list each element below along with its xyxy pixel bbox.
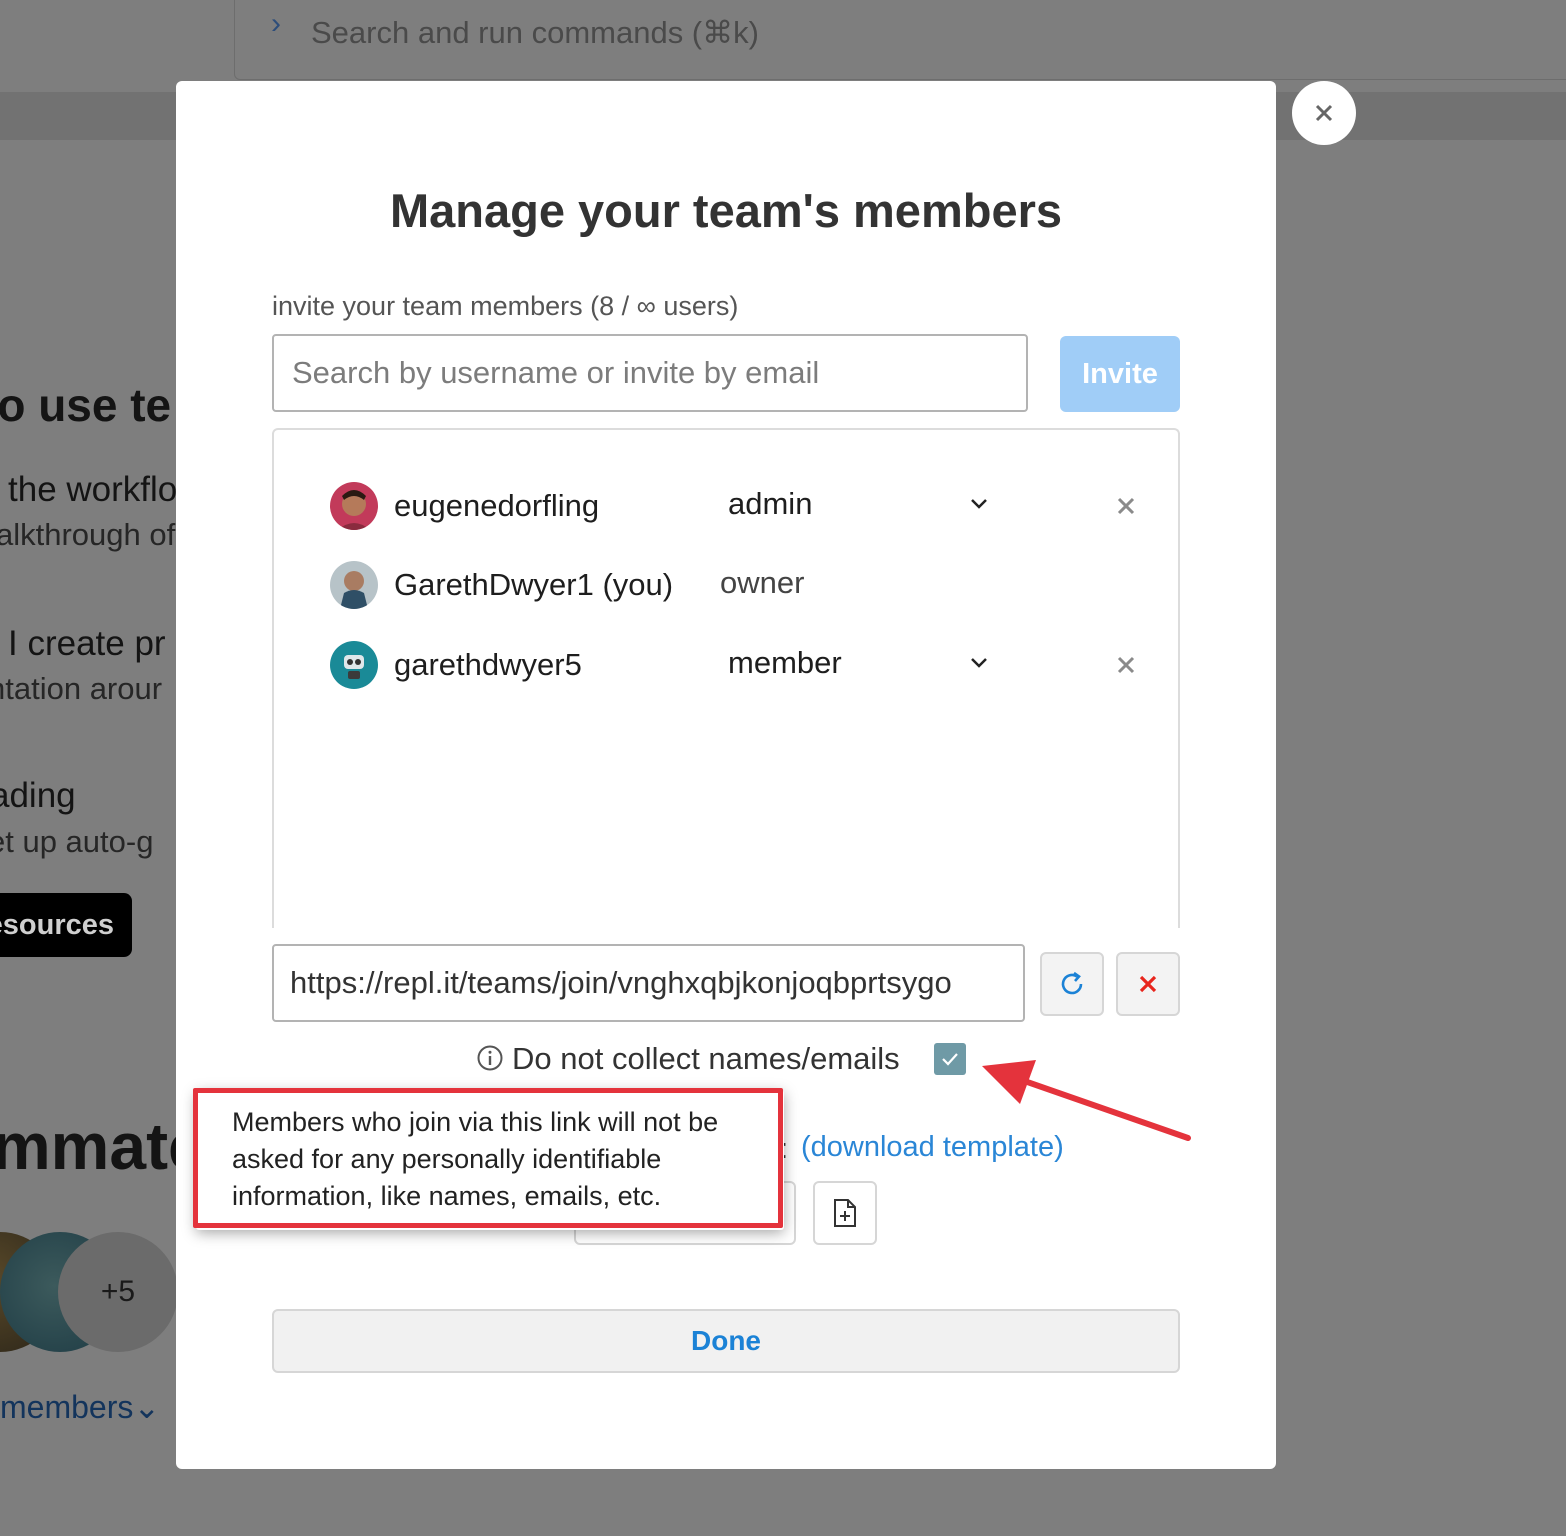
privacy-checkbox[interactable] xyxy=(934,1043,966,1075)
background-text: ading xyxy=(0,776,76,815)
command-search-placeholder: Search and run commands (⌘k) xyxy=(311,15,759,50)
join-link-field[interactable] xyxy=(272,944,1025,1022)
more-teammates-avatar: +5 xyxy=(58,1232,178,1352)
delete-link-button[interactable] xyxy=(1116,952,1180,1016)
avatar xyxy=(330,482,378,530)
member-row: GarethDwyer1 (you) owner xyxy=(274,557,1178,617)
chevron-right-icon: › xyxy=(271,7,281,40)
avatar xyxy=(330,641,378,689)
member-role-label: owner xyxy=(720,565,805,600)
manage-members-modal: Manage your team's members invite your t… xyxy=(176,81,1276,1469)
member-username: GarethDwyer1 (you) xyxy=(394,567,674,602)
member-username: eugenedorfling xyxy=(394,488,600,523)
command-search-bar[interactable]: › Search and run commands (⌘k) xyxy=(234,0,1566,80)
member-role-select[interactable]: member xyxy=(728,645,842,681)
teammates-heading: mmate xyxy=(0,1109,205,1183)
background-text: ntation arour xyxy=(0,671,163,706)
member-search-input[interactable] xyxy=(272,334,1028,412)
remove-member-icon[interactable] xyxy=(1112,651,1140,679)
member-username: garethdwyer5 xyxy=(394,647,582,682)
chevron-down-icon[interactable] xyxy=(964,647,994,677)
done-button[interactable]: Done xyxy=(272,1309,1180,1373)
regenerate-link-button[interactable] xyxy=(1040,952,1104,1016)
invite-label: invite your team members (8 / ∞ users) xyxy=(272,291,739,321)
annotation-highlight-box xyxy=(193,1088,783,1228)
background-text: the workflo xyxy=(8,470,178,509)
download-template-link[interactable]: (download template) xyxy=(801,1131,1064,1164)
info-icon[interactable] xyxy=(476,1044,504,1072)
close-modal-button[interactable] xyxy=(1292,81,1356,145)
member-row: garethdwyer5 member xyxy=(274,637,1178,697)
privacy-label: Do not collect names/emails xyxy=(512,1041,900,1076)
file-plus-icon xyxy=(834,1199,856,1227)
member-row: eugenedorfling admin xyxy=(274,478,1178,538)
background-text: et up auto-g xyxy=(0,824,154,859)
background-heading: to use te xyxy=(0,379,172,431)
background-text: alkthrough of xyxy=(0,517,176,552)
member-role-select[interactable]: admin xyxy=(728,486,812,522)
members-list: eugenedorfling admin GarethDwyer1 (you) … xyxy=(272,428,1180,928)
invite-button[interactable]: Invite xyxy=(1060,336,1180,412)
close-icon xyxy=(1315,104,1333,122)
avatar xyxy=(330,561,378,609)
remove-member-icon[interactable] xyxy=(1112,492,1140,520)
background-text: I create pr xyxy=(8,624,166,663)
add-file-button[interactable] xyxy=(813,1181,877,1245)
refresh-icon xyxy=(1061,971,1083,995)
resources-button[interactable]: esources xyxy=(0,893,132,957)
checkmark-icon xyxy=(942,1053,958,1066)
close-icon xyxy=(1139,975,1157,993)
modal-title: Manage your team's members xyxy=(389,184,1063,237)
chevron-down-icon[interactable] xyxy=(964,488,994,518)
members-dropdown-link[interactable]: members⌄ xyxy=(0,1388,160,1426)
